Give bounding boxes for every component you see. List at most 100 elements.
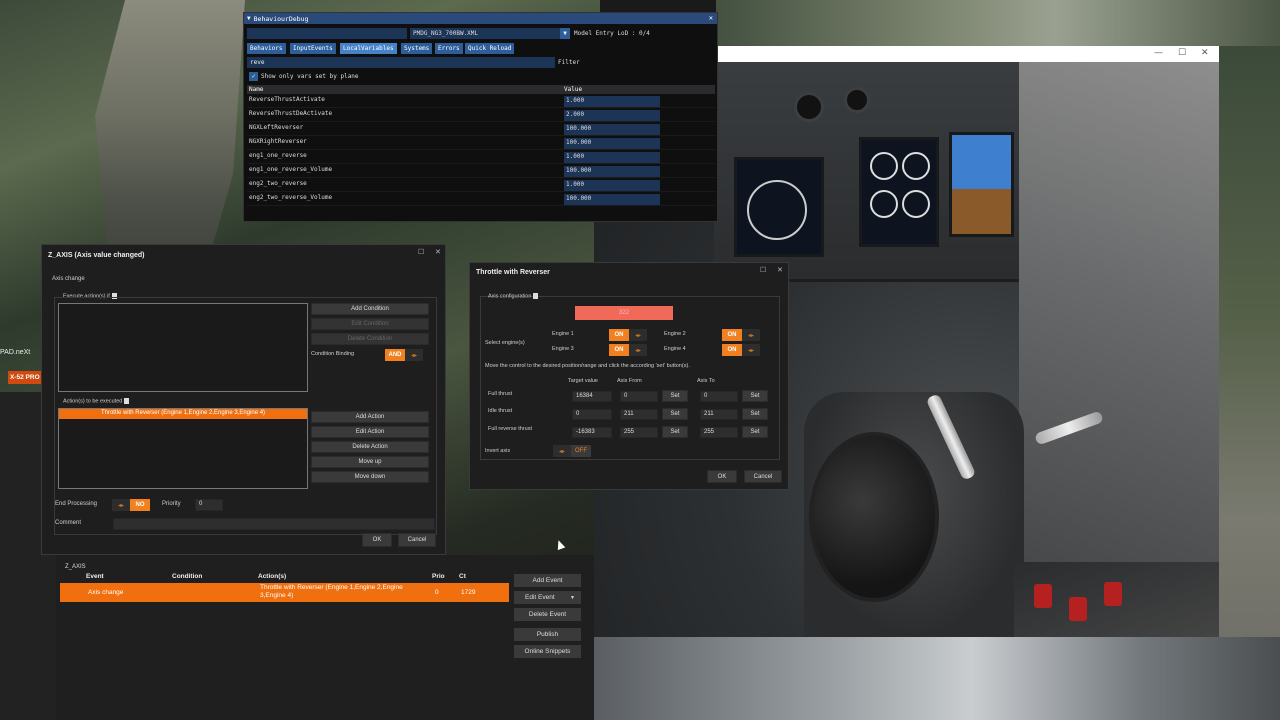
engine-3-toggle[interactable]: ON ◂▸ xyxy=(609,344,647,356)
show-only-checkbox[interactable]: ✓ xyxy=(249,72,258,81)
engine-2-label: Engine 2 xyxy=(664,331,686,337)
table-row[interactable]: Axis change Throttle with Reverser (Engi… xyxy=(60,583,509,602)
column-event: Event xyxy=(86,573,104,580)
idle-thrust-target[interactable]: 0 xyxy=(572,409,612,420)
var-value[interactable]: 1.000 xyxy=(564,180,660,191)
close-icon[interactable]: ✕ xyxy=(777,266,783,274)
tab-localvariables[interactable]: LocalVariables xyxy=(340,43,397,54)
idle-thrust-to-set-button[interactable]: Set xyxy=(742,408,768,420)
var-value[interactable]: 100.000 xyxy=(564,194,660,205)
ok-button[interactable]: OK xyxy=(362,533,392,547)
end-processing-toggle[interactable]: ◂▸ NO xyxy=(112,499,150,511)
add-condition-button[interactable]: Add Condition xyxy=(311,303,429,315)
add-event-button[interactable]: Add Event xyxy=(514,574,581,587)
table-row: eng1_one_reverse 1.000 xyxy=(247,150,715,164)
tab-systems[interactable]: Systems xyxy=(401,43,433,54)
maximize-icon[interactable]: ☐ xyxy=(418,248,424,256)
full-thrust-label: Full thrust xyxy=(488,391,513,397)
table-row: NGXLeftReverser 100.000 xyxy=(247,122,715,136)
var-name: ReverseThrustActivate xyxy=(249,96,325,103)
info-icon xyxy=(124,398,130,404)
maximize-icon[interactable]: ☐ xyxy=(760,266,766,274)
idle-thrust-label: Idle thrust xyxy=(488,408,513,414)
var-value[interactable]: 100.000 xyxy=(564,124,660,135)
event-prio: 0 xyxy=(435,589,439,596)
close-icon[interactable]: ✕ xyxy=(435,248,441,256)
var-value[interactable]: 1.000 xyxy=(564,152,660,163)
full-thrust-from-set-button[interactable]: Set xyxy=(662,390,688,402)
select-engines-label: Select engine(s) xyxy=(485,340,525,346)
tab-quick-reload[interactable]: Quick Reload xyxy=(465,43,515,54)
engine-1-toggle[interactable]: ON ◂▸ xyxy=(609,329,647,341)
col-to-label: Axis To xyxy=(697,378,715,384)
tab-behaviors[interactable]: Behaviors xyxy=(247,43,286,54)
tab-inputevents[interactable]: InputEvents xyxy=(290,43,336,54)
device-tab[interactable]: X-52 PRO xyxy=(8,371,44,384)
idle-thrust-from-set-button[interactable]: Set xyxy=(662,408,688,420)
table-row: eng2_two_reverse 1.000 xyxy=(247,178,715,192)
aircraft-file-select[interactable]: PMDG_NG3_700BW.XML xyxy=(410,28,568,39)
model-entry-lod: Model Entry LoD : 0/4 xyxy=(574,30,650,37)
var-value[interactable]: 2.000 xyxy=(564,110,660,121)
close-icon[interactable]: ✕ xyxy=(1201,48,1209,58)
maximize-icon[interactable]: ☐ xyxy=(1178,48,1186,58)
close-icon[interactable]: ✕ xyxy=(709,14,713,22)
full-thrust-to[interactable]: 0 xyxy=(700,391,738,402)
tab-errors[interactable]: Errors xyxy=(435,43,463,54)
debug-search-box[interactable] xyxy=(247,28,407,39)
move-up-button[interactable]: Move up xyxy=(311,456,429,468)
edit-event-label: Edit Event xyxy=(525,594,555,601)
condition-binding-toggle[interactable]: AND ◂▸ xyxy=(385,349,423,361)
end-processing-value: NO xyxy=(130,499,150,511)
collapse-icon[interactable]: ▼ xyxy=(247,15,251,22)
var-value[interactable]: 1.000 xyxy=(564,96,660,107)
publish-button[interactable]: Publish xyxy=(514,628,581,641)
full-thrust-target[interactable]: 16384 xyxy=(572,391,612,402)
full-reverse-to-set-button[interactable]: Set xyxy=(742,426,768,438)
action-item[interactable]: Throttle with Reverser (Engine 1,Engine … xyxy=(59,409,307,419)
toggle-arrows-icon: ◂▸ xyxy=(405,349,423,361)
pfd-display xyxy=(949,132,1014,237)
full-reverse-from[interactable]: 255 xyxy=(620,427,658,438)
online-snippets-button[interactable]: Online Snippets xyxy=(514,645,581,658)
behaviour-debug-window: ▼ BehaviourDebug ✕ PMDG_NG3_700BW.XML ▼ … xyxy=(243,12,718,222)
delete-condition-button[interactable]: Delete Condition xyxy=(311,333,429,345)
dropdown-arrow-icon[interactable]: ▼ xyxy=(560,28,570,39)
edit-condition-button[interactable]: Edit Condition xyxy=(311,318,429,330)
delete-event-button[interactable]: Delete Event xyxy=(514,608,581,621)
var-value[interactable]: 100.000 xyxy=(564,138,660,149)
conditions-list[interactable] xyxy=(58,303,308,392)
full-reverse-from-set-button[interactable]: Set xyxy=(662,426,688,438)
filter-input[interactable]: reve xyxy=(247,57,555,68)
priority-input[interactable]: 0 xyxy=(195,499,223,511)
fire-switch xyxy=(1069,597,1087,621)
add-action-button[interactable]: Add Action xyxy=(311,411,429,423)
behaviour-debug-titlebar[interactable]: ▼ BehaviourDebug ✕ xyxy=(244,13,717,24)
axis-config-label: Axis configuration xyxy=(488,293,539,299)
fire-panel xyxy=(1014,562,1219,637)
actions-list[interactable]: Throttle with Reverser (Engine 1,Engine … xyxy=(58,408,308,489)
cancel-button[interactable]: Cancel xyxy=(398,533,436,547)
comment-input[interactable] xyxy=(113,518,435,530)
var-name: ReverseThrustDeActivate xyxy=(249,110,333,117)
full-reverse-to[interactable]: 255 xyxy=(700,427,738,438)
column-condition: Condition xyxy=(172,573,203,580)
ok-button[interactable]: OK xyxy=(707,470,737,483)
invert-axis-toggle[interactable]: ◂▸ OFF xyxy=(553,445,591,457)
full-reverse-target[interactable]: -16383 xyxy=(572,427,612,438)
full-thrust-from[interactable]: 0 xyxy=(620,391,658,402)
edit-event-button[interactable]: Edit Event ▼ xyxy=(514,591,581,604)
var-name: eng1_one_reverse_Volume xyxy=(249,166,333,173)
move-down-button[interactable]: Move down xyxy=(311,471,429,483)
var-value[interactable]: 100.000 xyxy=(564,166,660,177)
full-thrust-to-set-button[interactable]: Set xyxy=(742,390,768,402)
delete-action-button[interactable]: Delete Action xyxy=(311,441,429,453)
minimize-icon[interactable]: — xyxy=(1154,48,1163,58)
engine-2-toggle[interactable]: ON ◂▸ xyxy=(722,329,760,341)
cancel-button[interactable]: Cancel xyxy=(744,470,782,483)
idle-thrust-from[interactable]: 211 xyxy=(620,409,658,420)
edit-action-button[interactable]: Edit Action xyxy=(311,426,429,438)
var-name: NGXLeftReverser xyxy=(249,124,304,131)
idle-thrust-to[interactable]: 211 xyxy=(700,409,738,420)
engine-4-toggle[interactable]: ON ◂▸ xyxy=(722,344,760,356)
